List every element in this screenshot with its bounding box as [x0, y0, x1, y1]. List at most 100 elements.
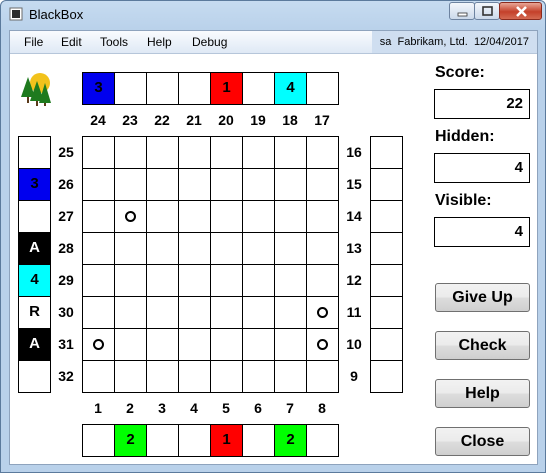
- top-edge-cell[interactable]: 4: [274, 72, 307, 105]
- close-button[interactable]: Close: [435, 427, 530, 456]
- left-edge-cell[interactable]: A: [18, 328, 51, 361]
- title-bar[interactable]: BlackBox: [1, 1, 545, 29]
- grid-cell[interactable]: [146, 328, 179, 361]
- top-edge-cell[interactable]: 1: [210, 72, 243, 105]
- bottom-edge-cell[interactable]: 1: [210, 424, 243, 457]
- right-edge-cell[interactable]: [370, 296, 403, 329]
- left-edge-cell[interactable]: [18, 136, 51, 169]
- grid-cell[interactable]: [114, 232, 147, 265]
- grid-cell[interactable]: [82, 232, 115, 265]
- left-edge-cell[interactable]: A: [18, 232, 51, 265]
- left-edge-cell[interactable]: [18, 200, 51, 233]
- grid-cell[interactable]: [146, 296, 179, 329]
- menu-help[interactable]: Help: [147, 35, 172, 49]
- grid-cell[interactable]: [306, 168, 339, 201]
- grid-cell[interactable]: [306, 360, 339, 393]
- grid-cell[interactable]: [146, 232, 179, 265]
- grid-cell[interactable]: [82, 360, 115, 393]
- grid-cell[interactable]: [82, 328, 115, 361]
- grid-cell[interactable]: [210, 328, 243, 361]
- grid-cell[interactable]: [146, 360, 179, 393]
- right-edge-cell[interactable]: [370, 232, 403, 265]
- right-edge-cell[interactable]: [370, 200, 403, 233]
- grid-cell[interactable]: [146, 168, 179, 201]
- grid-cell[interactable]: [82, 168, 115, 201]
- grid-cell[interactable]: [274, 200, 307, 233]
- grid-cell[interactable]: [210, 264, 243, 297]
- grid-cell[interactable]: [178, 200, 211, 233]
- maximize-button[interactable]: [474, 2, 500, 20]
- grid-cell[interactable]: [306, 296, 339, 329]
- right-edge-cell[interactable]: [370, 360, 403, 393]
- grid-cell[interactable]: [306, 136, 339, 169]
- grid-cell[interactable]: [178, 296, 211, 329]
- grid-cell[interactable]: [178, 232, 211, 265]
- top-edge-cell[interactable]: [242, 72, 275, 105]
- help-button[interactable]: Help: [435, 379, 530, 408]
- bottom-edge-cell[interactable]: [306, 424, 339, 457]
- grid-cell[interactable]: [178, 360, 211, 393]
- grid-cell[interactable]: [306, 232, 339, 265]
- grid-cell[interactable]: [146, 200, 179, 233]
- grid-cell[interactable]: [82, 264, 115, 297]
- bottom-edge-cell[interactable]: [178, 424, 211, 457]
- give-up-button[interactable]: Give Up: [435, 283, 530, 312]
- grid-cell[interactable]: [274, 136, 307, 169]
- grid-cell[interactable]: [210, 232, 243, 265]
- grid-cell[interactable]: [210, 360, 243, 393]
- grid-cell[interactable]: [242, 168, 275, 201]
- grid-cell[interactable]: [274, 264, 307, 297]
- grid-cell[interactable]: [242, 360, 275, 393]
- right-edge-cell[interactable]: [370, 136, 403, 169]
- grid-cell[interactable]: [178, 328, 211, 361]
- grid-cell[interactable]: [242, 136, 275, 169]
- top-edge-cell[interactable]: [306, 72, 339, 105]
- grid-cell[interactable]: [306, 328, 339, 361]
- menu-debug[interactable]: Debug: [192, 35, 227, 49]
- right-edge-cell[interactable]: [370, 328, 403, 361]
- grid-cell[interactable]: [274, 168, 307, 201]
- top-edge-cell[interactable]: [146, 72, 179, 105]
- top-edge-cell[interactable]: [114, 72, 147, 105]
- grid-cell[interactable]: [114, 168, 147, 201]
- left-edge-cell[interactable]: [18, 360, 51, 393]
- bottom-edge-cell[interactable]: 2: [114, 424, 147, 457]
- grid-cell[interactable]: [210, 136, 243, 169]
- bottom-edge-cell[interactable]: [242, 424, 275, 457]
- grid-cell[interactable]: [242, 200, 275, 233]
- grid-cell[interactable]: [114, 296, 147, 329]
- left-edge-cell[interactable]: 3: [18, 168, 51, 201]
- minimize-button[interactable]: [449, 2, 475, 20]
- grid-cell[interactable]: [210, 296, 243, 329]
- grid-cell[interactable]: [210, 168, 243, 201]
- grid-cell[interactable]: [146, 264, 179, 297]
- top-edge-cell[interactable]: 3: [82, 72, 115, 105]
- grid-cell[interactable]: [146, 136, 179, 169]
- window-close-button[interactable]: [499, 2, 542, 20]
- grid-cell[interactable]: [82, 296, 115, 329]
- right-edge-cell[interactable]: [370, 264, 403, 297]
- right-edge-cell[interactable]: [370, 168, 403, 201]
- grid-cell[interactable]: [114, 200, 147, 233]
- grid-cell[interactable]: [210, 200, 243, 233]
- grid-cell[interactable]: [274, 360, 307, 393]
- bottom-edge-cell[interactable]: [146, 424, 179, 457]
- grid-cell[interactable]: [242, 328, 275, 361]
- grid-cell[interactable]: [306, 264, 339, 297]
- grid-cell[interactable]: [82, 136, 115, 169]
- grid-cell[interactable]: [178, 264, 211, 297]
- menu-edit[interactable]: Edit: [61, 35, 82, 49]
- grid-cell[interactable]: [306, 200, 339, 233]
- left-edge-cell[interactable]: 4: [18, 264, 51, 297]
- bottom-edge-cell[interactable]: [82, 424, 115, 457]
- grid-cell[interactable]: [114, 136, 147, 169]
- grid-cell[interactable]: [274, 296, 307, 329]
- grid-cell[interactable]: [274, 232, 307, 265]
- menu-tools[interactable]: Tools: [100, 35, 128, 49]
- left-edge-cell[interactable]: R: [18, 296, 51, 329]
- menu-file[interactable]: File: [24, 35, 43, 49]
- grid-cell[interactable]: [178, 136, 211, 169]
- grid-cell[interactable]: [242, 296, 275, 329]
- grid-cell[interactable]: [114, 360, 147, 393]
- grid-cell[interactable]: [242, 232, 275, 265]
